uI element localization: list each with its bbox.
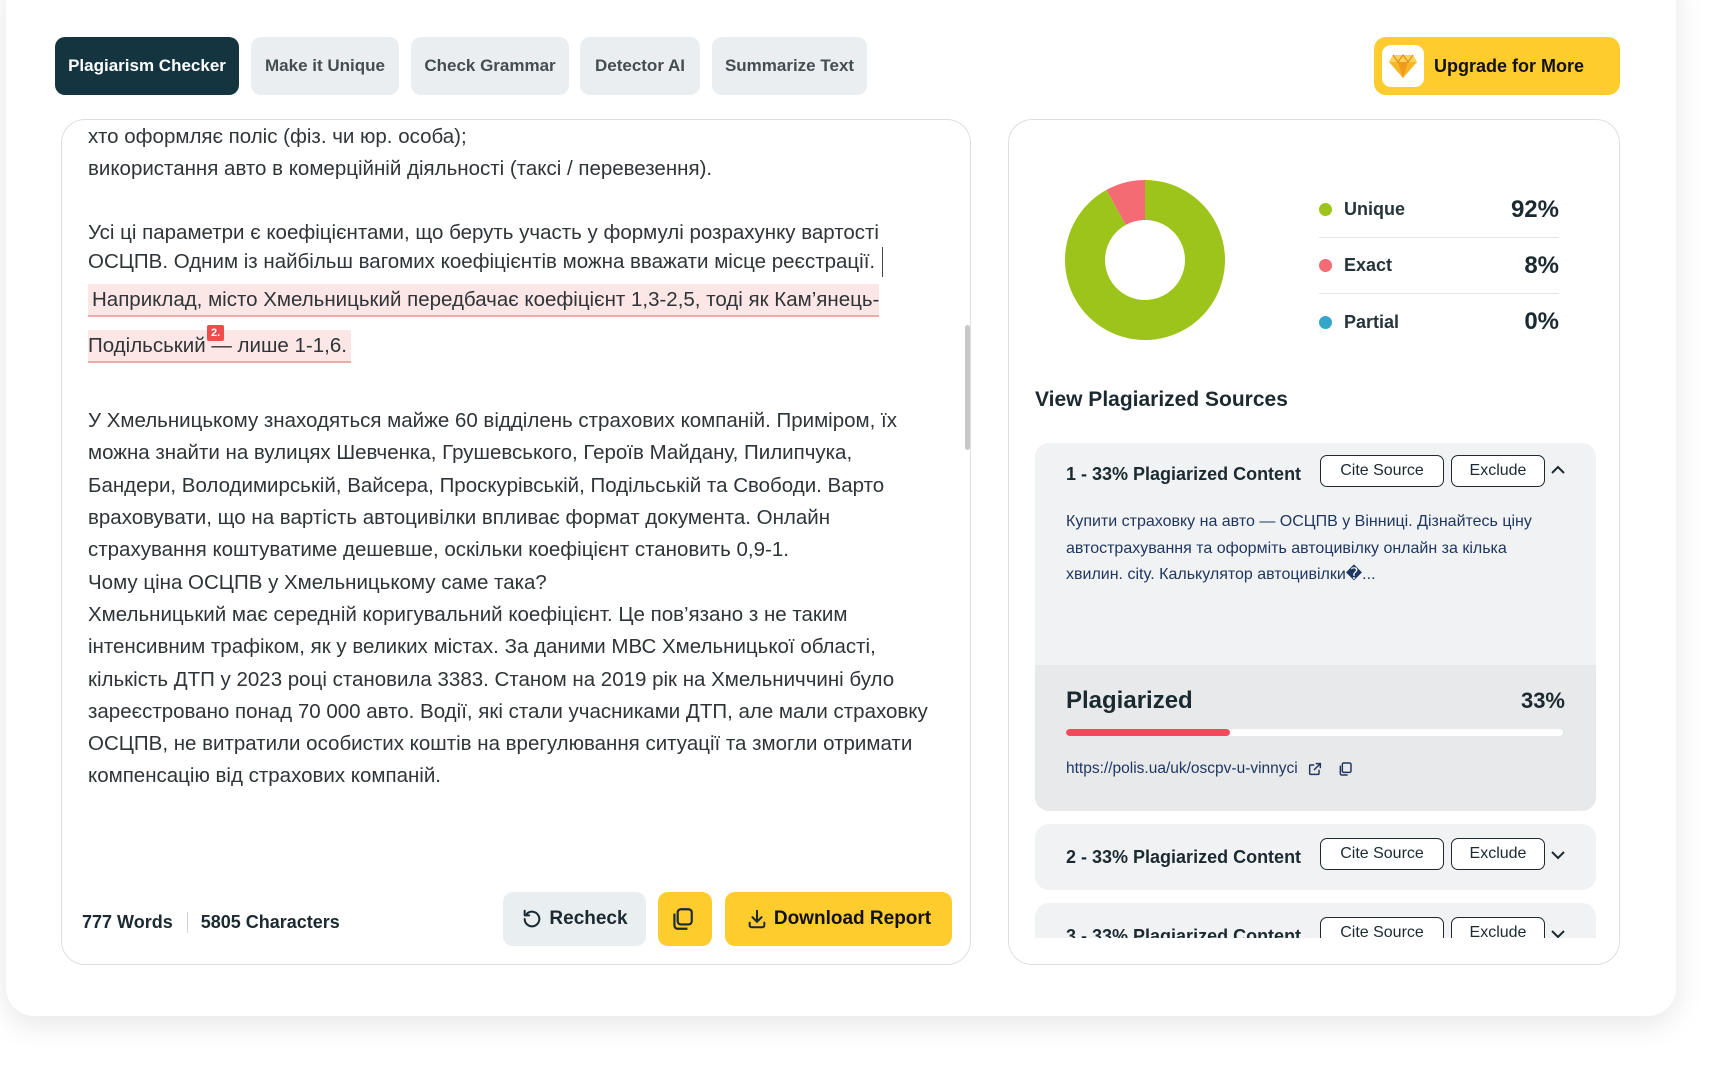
tab-check-grammar[interactable]: Check Grammar	[411, 37, 569, 95]
recheck-button[interactable]: Recheck	[503, 892, 646, 946]
source-header[interactable]: 1 - 33% Plagiarized Content Cite Source …	[1035, 443, 1596, 505]
cite-source-button[interactable]: Cite Source	[1320, 917, 1444, 938]
tab-make-it-unique[interactable]: Make it Unique	[251, 37, 399, 95]
recheck-icon	[524, 909, 541, 928]
download-icon	[748, 909, 766, 929]
legend-value: 0%	[1524, 308, 1559, 335]
source-card: 2 - 33% Plagiarized Content Cite Source …	[1035, 824, 1596, 890]
text-caret	[881, 247, 884, 278]
plagiarized-box: Plagiarized 33% https://polis.ua/uk/oscp…	[1035, 665, 1596, 811]
source-url[interactable]: https://polis.ua/uk/oscpv-u-vinnyci	[1066, 760, 1298, 778]
editor-line: хто оформляє поліс (фіз. чи юр. особа);	[88, 125, 467, 148]
recheck-label: Recheck	[549, 908, 628, 929]
chevron-up-icon[interactable]	[1549, 463, 1567, 477]
editor-scrollbar[interactable]	[965, 325, 970, 450]
source-header[interactable]: 3 - 33% Plagiarized Content Cite Source …	[1035, 903, 1596, 938]
tab-summarize-text[interactable]: Summarize Text	[712, 37, 867, 95]
diamond-icon	[1382, 45, 1424, 87]
character-count: 5805 Characters	[200, 911, 340, 932]
sources-title: View Plagiarized Sources	[1035, 388, 1288, 411]
plagiarism-highlight[interactable]: Наприклад, місто Хмельницький передбачає…	[88, 284, 880, 364]
exclude-button[interactable]: Exclude	[1451, 455, 1545, 487]
legend-value: 92%	[1510, 195, 1559, 223]
external-link-icon[interactable]	[1307, 761, 1323, 777]
highlight-marker: 2.	[207, 324, 225, 341]
source-excerpt: Купити страховку на авто — ОСЦПВ у Вінни…	[1066, 513, 1532, 583]
source-card: 3 - 33% Plagiarized Content Cite Source …	[1035, 903, 1596, 938]
plagiarized-progress	[1066, 729, 1563, 736]
chevron-down-icon[interactable]	[1549, 848, 1567, 862]
cite-source-button[interactable]: Cite Source	[1320, 455, 1444, 487]
cite-source-button[interactable]: Cite Source	[1320, 838, 1444, 870]
results-panel: Unique 92% Exact 8% Partial 0% View Plag…	[1008, 119, 1620, 965]
source-card: 1 - 33% Plagiarized Content Cite Source …	[1035, 443, 1596, 811]
source-title: 3 - 33% Plagiarized Content	[1066, 925, 1302, 939]
upgrade-label: Upgrade for More	[1434, 55, 1585, 76]
editor-paragraph: Усі ці параметри є коефіцієнтами, що бер…	[88, 218, 938, 370]
upgrade-button[interactable]: Upgrade for More	[1374, 37, 1620, 95]
exclude-button[interactable]: Exclude	[1451, 917, 1545, 938]
source-title: 1 - 33% Plagiarized Content	[1066, 463, 1302, 484]
plagiarized-label: Plagiarized	[1066, 687, 1193, 714]
editor-paragraph-text: Усі ці параметри є коефіцієнтами, що бер…	[88, 220, 879, 273]
tab-plagiarism-checker[interactable]: Plagiarism Checker	[55, 37, 239, 95]
source-header[interactable]: 2 - 33% Plagiarized Content Cite Source …	[1035, 824, 1596, 890]
editor-paragraph: Хмельницький має середній коригувальний …	[88, 602, 928, 788]
text-editor[interactable]: хто оформляє поліс (фіз. чи юр. особа); …	[61, 119, 971, 965]
editor-footer: 777 Words 5805 Characters Recheck Downlo…	[62, 880, 970, 964]
download-report-button[interactable]: Download Report	[725, 892, 952, 946]
exact-dot-icon	[1319, 259, 1332, 272]
copy-url-icon[interactable]	[1337, 761, 1353, 777]
plagiarized-value: 33%	[1520, 688, 1565, 713]
legend-label: Unique	[1344, 199, 1405, 219]
legend-label: Exact	[1344, 255, 1393, 275]
editor-paragraph: У Хмельницькому знаходяться майже 60 від…	[88, 409, 897, 562]
source-title: 2 - 33% Plagiarized Content	[1066, 846, 1302, 867]
exclude-button[interactable]: Exclude	[1451, 838, 1545, 870]
legend-partial: Partial 0%	[1319, 294, 1559, 350]
donut-slice-unique	[1065, 180, 1225, 340]
editor-line: використання авто в комерційній діяльнос…	[88, 157, 713, 181]
editor-paragraph: Чому ціна ОСЦПВ у Хмельницькому саме так…	[88, 570, 547, 594]
legend-exact: Exact 8%	[1319, 238, 1559, 294]
legend-unique: Unique 92%	[1319, 182, 1559, 238]
sources-list[interactable]: 1 - 33% Plagiarized Content Cite Source …	[1035, 443, 1596, 938]
word-count: 777 Words	[82, 911, 188, 933]
copy-icon	[673, 908, 693, 930]
chevron-down-icon[interactable]	[1549, 927, 1567, 938]
editor-text[interactable]: хто оформляє поліс (фіз. чи юр. особа); …	[88, 120, 938, 860]
unique-dot-icon	[1319, 203, 1332, 216]
tab-detector-ai[interactable]: Detector AI	[580, 37, 700, 95]
download-report-label: Download Report	[773, 908, 932, 929]
plagiarized-progress-fill	[1066, 729, 1230, 736]
uniqueness-donut-chart	[1065, 180, 1225, 340]
partial-dot-icon	[1319, 315, 1332, 329]
legend-label: Partial	[1344, 311, 1400, 332]
copy-button[interactable]	[658, 892, 712, 946]
legend-value: 8%	[1524, 251, 1559, 279]
score-legend: Unique 92% Exact 8% Partial 0%	[1319, 182, 1559, 350]
